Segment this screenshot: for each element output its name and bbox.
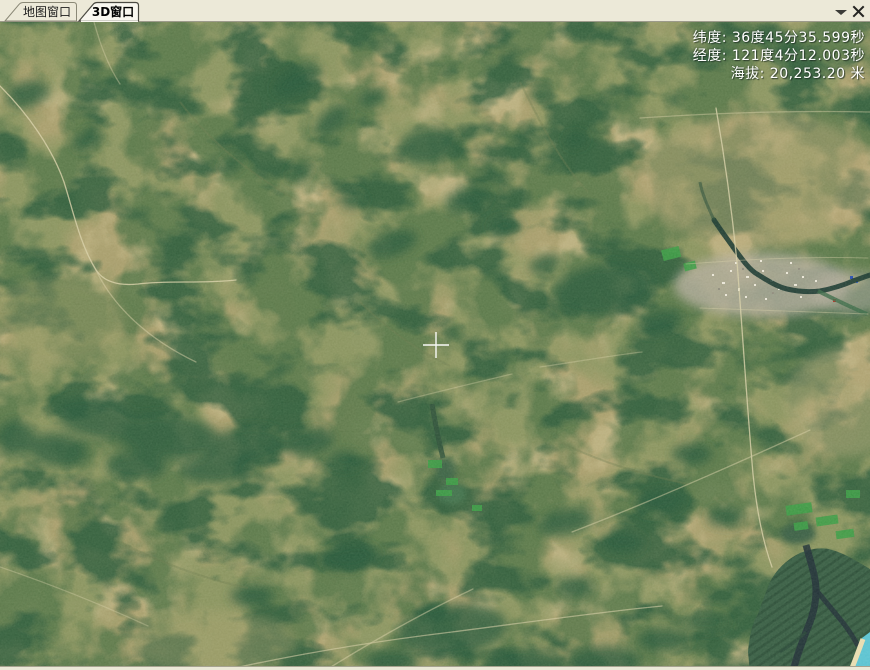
tab-bar: 地图窗口 3D窗口 [0,0,870,22]
map-3d-viewport[interactable]: 纬度: 36度45分35.599秒 经度: 121度4分12.003秒 海拔: … [0,22,870,666]
satellite-terrain-image [0,22,870,666]
window-bottom-edge [0,666,870,670]
image-grain [0,22,870,666]
tab-map-window-label: 地图窗口 [23,5,71,19]
application-window: 地图窗口 3D窗口 [0,0,870,670]
tab-3d-window-label: 3D窗口 [92,4,134,19]
